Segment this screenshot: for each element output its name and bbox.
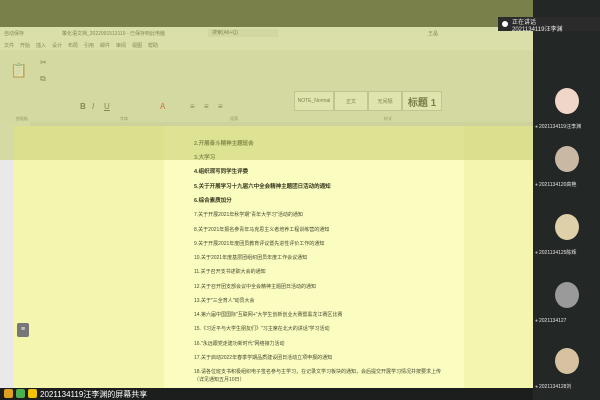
participant-tile[interactable]: ● 2021134125陈辉 <box>533 196 600 258</box>
document-title: 策化语文档_2022091513119 - 已保存到此电脑 <box>62 31 166 37</box>
menu-bar: 文件 开始 插入 设计 布局 引用 邮件 审阅 视图 帮助 <box>0 39 533 50</box>
style-heading-1[interactable]: 标题 1 <box>402 91 442 111</box>
participant-tile[interactable]: ● 2021134128刘 <box>533 330 600 392</box>
paste-icon[interactable]: 📋 <box>10 62 27 79</box>
avatar <box>555 282 579 308</box>
document-area[interactable]: 2.开展奋斗精神主题班会 3.大学习 4.组织观写同学生评委 5.关于开展学习十… <box>14 126 533 390</box>
cut-icon[interactable]: ✂ <box>40 58 47 67</box>
copy-icon[interactable]: ⧉ <box>40 74 46 84</box>
presenter-icon[interactable] <box>28 389 37 398</box>
menu-help[interactable]: 帮助 <box>148 42 158 49</box>
align-right-icon[interactable]: ≡ <box>218 102 223 111</box>
doc-line: 11.关于召开支书述职大会的通知 <box>194 269 266 275</box>
doc-line: 16."永远跟党走建功新时代"网络接力活动 <box>194 341 285 347</box>
speaker-icon <box>502 21 508 27</box>
style-no-spacing[interactable]: 无间隔 <box>368 91 402 111</box>
speaking-notification: 正在讲话 2021134119汪李渊 <box>498 17 600 33</box>
menu-mailings[interactable]: 邮件 <box>100 42 110 49</box>
avatar <box>555 214 579 240</box>
italic-icon[interactable]: I <box>92 102 94 111</box>
search-input[interactable]: 搜索(Alt+Q) <box>208 29 278 37</box>
doc-line: 18.请各位班支书积极组织电子签名参与主学习，在记录文学习板块的通知，会后提交开… <box>194 369 441 383</box>
align-left-icon[interactable]: ≡ <box>190 102 195 111</box>
bold-icon[interactable]: B <box>80 102 86 111</box>
underline-icon[interactable]: U <box>104 102 110 111</box>
menu-home[interactable]: 开始 <box>20 42 30 49</box>
doc-line: 7.关于开展2021年秋学期"青年大学习"活动的通知 <box>194 212 303 218</box>
doc-line: 2.开展奋斗精神主题班会 <box>194 141 254 147</box>
title-bar: 自动保存 策化语文档_2022091513119 - 已保存到此电脑 搜索(Al… <box>0 27 533 39</box>
group-clipboard: 剪贴板 <box>16 116 28 121</box>
speaking-name: 2021134119汪李渊 <box>512 27 563 33</box>
mic-icon: ● <box>535 384 539 390</box>
participant-tile[interactable]: ● 2021134119汪李渊 <box>533 70 600 132</box>
mic-icon[interactable] <box>16 389 25 398</box>
participant-name: 2021134127 <box>539 318 567 324</box>
menu-file[interactable]: 文件 <box>4 42 14 49</box>
menu-review[interactable]: 审阅 <box>116 42 126 49</box>
menu-view[interactable]: 视图 <box>132 42 142 49</box>
meeting-stage: 自动保存 策化语文档_2022091513119 - 已保存到此电脑 搜索(Al… <box>0 0 600 400</box>
doc-line: 14.第六届中国国际"互联网+"大学生创新创业大赛暨黑龙江赛区比赛 <box>194 312 343 318</box>
menu-insert[interactable]: 插入 <box>36 42 46 49</box>
participant-tile[interactable]: ● 2021134127 <box>533 264 600 326</box>
doc-line: 8.关于2021年报名参青年马克思主义者培养工程训练营的通知 <box>194 227 330 233</box>
share-status-icon[interactable] <box>4 389 13 398</box>
style-normal[interactable]: 正文 <box>334 91 368 111</box>
doc-line: 13.关于"三全育人"动员大会 <box>194 298 255 304</box>
avatar <box>555 348 579 374</box>
font-color-icon[interactable]: A <box>160 102 165 111</box>
doc-line: 3.大学习 <box>194 155 216 161</box>
doc-line: 10.关于2021年度基层团组织团员年度工作会议通知 <box>194 255 308 261</box>
mic-icon: ● <box>535 182 539 188</box>
doc-line: 9.关于开展2021年度团员教育评议暨先进性评价工作的通知 <box>194 241 325 247</box>
menu-layout[interactable]: 布局 <box>68 42 78 49</box>
participant-name: 2021134128刘 <box>539 384 572 390</box>
menu-design[interactable]: 设计 <box>52 42 62 49</box>
ribbon: 📋 ✂ ⧉ B I U A ≡ ≡ ≡ NOTE_Normal 正文 无间隔 标… <box>0 50 533 122</box>
doc-line: 12.关于召开团支部会议中全会精神主题团日活动的通知 <box>194 284 316 290</box>
doc-line: 4.组织观写同学生评委 <box>194 169 249 175</box>
word-window: 自动保存 策化语文档_2022091513119 - 已保存到此电脑 搜索(Al… <box>0 27 533 400</box>
doc-line: 5.关于开展学习十九届六中全会精神主题团日活动的通知 <box>194 184 331 190</box>
side-panel-toggle-icon[interactable]: ≡ <box>17 323 29 337</box>
avatar <box>555 146 579 172</box>
participant-tile[interactable]: ● 2021134120高艳 <box>533 128 600 190</box>
align-center-icon[interactable]: ≡ <box>204 102 209 111</box>
avatar <box>555 88 579 114</box>
screenshare-presenter: 2021134119汪李渊的屏幕共享 <box>40 390 148 399</box>
style-note-normal[interactable]: NOTE_Normal <box>294 91 334 111</box>
mic-icon: ● <box>535 250 539 256</box>
mic-icon: ● <box>535 318 539 324</box>
participant-name: 2021134120高艳 <box>539 182 577 188</box>
menu-references[interactable]: 引用 <box>84 42 94 49</box>
doc-line: 15.《习近平与大学生朋友们》"习主席在北大的讲话"学习活动 <box>194 326 330 332</box>
document-page[interactable]: 2.开展奋斗精神主题班会 3.大学习 4.组织观写同学生评委 5.关于开展学习十… <box>164 126 464 390</box>
screenshare-bar: 2021134119汪李渊的屏幕共享 <box>0 388 533 400</box>
participant-gallery: ● 2021134119汪李渊 ● 2021134120高艳 ● 2021134… <box>533 0 600 400</box>
user-name[interactable]: 王晶 <box>428 30 438 37</box>
participant-name: 2021134125陈辉 <box>539 250 577 256</box>
doc-line: 6.综合素质加分 <box>194 198 232 204</box>
autosave-label[interactable]: 自动保存 <box>4 30 24 37</box>
doc-line: 17.关于启动2022年春季学期品质建设团日活动立项申报的通知 <box>194 355 333 361</box>
